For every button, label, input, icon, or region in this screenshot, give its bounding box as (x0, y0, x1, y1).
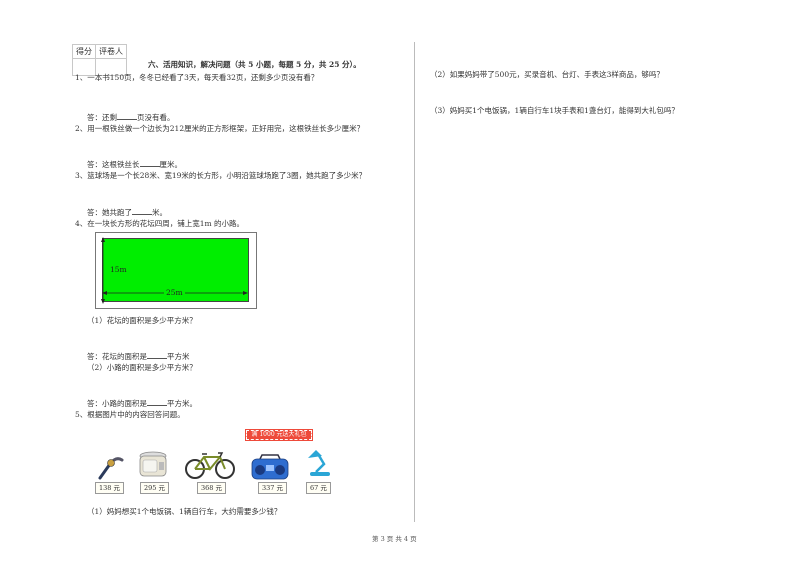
answer-prefix: 答：小路的面积是 (87, 399, 147, 408)
desk-lamp-icon (308, 450, 330, 476)
page-footer: 第 3 页 共 4 页 (372, 535, 417, 543)
question-4-sub1: （1）花坛的面积是多少平方米？ (87, 316, 197, 325)
grader-label: 评卷人 (95, 44, 127, 59)
answer-prefix: 答：她共跑了 (87, 208, 132, 217)
answer-suffix: 厘米。 (159, 160, 183, 169)
width-label: 15m (110, 265, 127, 274)
answer-suffix: 平方米 (167, 352, 190, 361)
question-4: 4、在一块长方形的花坛四周，铺上宽1m 的小路。 (75, 219, 245, 228)
question-5-sub2: （2）如果妈妈带了500元，买录音机、台灯、手表这3样商品，够吗？ (430, 70, 664, 79)
column-divider (414, 42, 415, 522)
answer-1: 答：还剩 页没有看。 (87, 111, 175, 123)
question-3: 3、篮球场是一个长28米、宽19米的长方形，小明沿篮球场跑了3圈，她共跑了多少米… (75, 171, 367, 180)
answer-blank[interactable] (117, 111, 137, 120)
price-tag-rice-cooker: 295 元 (140, 482, 169, 494)
answer-3: 答：她共跑了 米。 (87, 206, 167, 218)
question-5-sub3: （3）妈妈买1个电饭锅，1辆自行车1块手表和1盏台灯，能得到大礼包吗？ (430, 106, 679, 115)
question-5-sub1: （1）妈妈想买1个电饭锅、1辆自行车，大约需要多少钱？ (87, 507, 282, 516)
garden-figure: 15m 25m (95, 232, 257, 309)
section-title: 六、活用知识，解决问题（共 5 小题，每题 5 分，共 25 分）。 (148, 60, 361, 69)
answer-2: 答：这根铁丝长 厘米。 (87, 158, 182, 170)
price-tag-watch: 138 元 (95, 482, 124, 494)
price-tag-radio: 337 元 (258, 482, 287, 494)
question-4-sub2: （2）小路的面积是多少平方米？ (87, 363, 197, 372)
answer-blank[interactable] (147, 350, 167, 359)
price-tag-bicycle: 368 元 (197, 482, 226, 494)
answer-4-1: 答：花坛的面积是 平方米 (87, 350, 190, 362)
promo-banner: 满 1000 元送大礼包 (245, 429, 313, 441)
bicycle-icon (185, 452, 235, 479)
answer-suffix: 平方米。 (167, 399, 197, 408)
answer-blank[interactable] (132, 206, 152, 215)
radio-icon (251, 454, 289, 480)
score-label: 得分 (72, 44, 96, 59)
question-5: 5、根据图片中的内容回答问题。 (75, 410, 185, 419)
length-label: 25m (164, 288, 185, 297)
rice-cooker-icon (139, 451, 167, 477)
question-1: 1、一本书150页，冬冬已经看了3天，每天看32页，还剩多少页没有看？ (75, 73, 319, 82)
answer-blank[interactable] (139, 158, 160, 167)
answer-prefix: 答：这根铁丝长 (87, 160, 140, 169)
question-2: 2、用一根铁丝做一个边长为212厘米的正方形框架，正好用完，这根铁丝长多少厘米？ (75, 124, 365, 133)
answer-suffix: 页没有看。 (137, 113, 175, 122)
answer-4-2: 答：小路的面积是 平方米。 (87, 397, 197, 409)
watch-icon (98, 457, 124, 480)
answer-blank[interactable] (147, 397, 167, 406)
answer-prefix: 答：还剩 (87, 113, 117, 122)
price-tag-desk-lamp: 67 元 (306, 482, 331, 494)
answer-prefix: 答：花坛的面积是 (87, 352, 147, 361)
answer-suffix: 米。 (152, 208, 167, 217)
